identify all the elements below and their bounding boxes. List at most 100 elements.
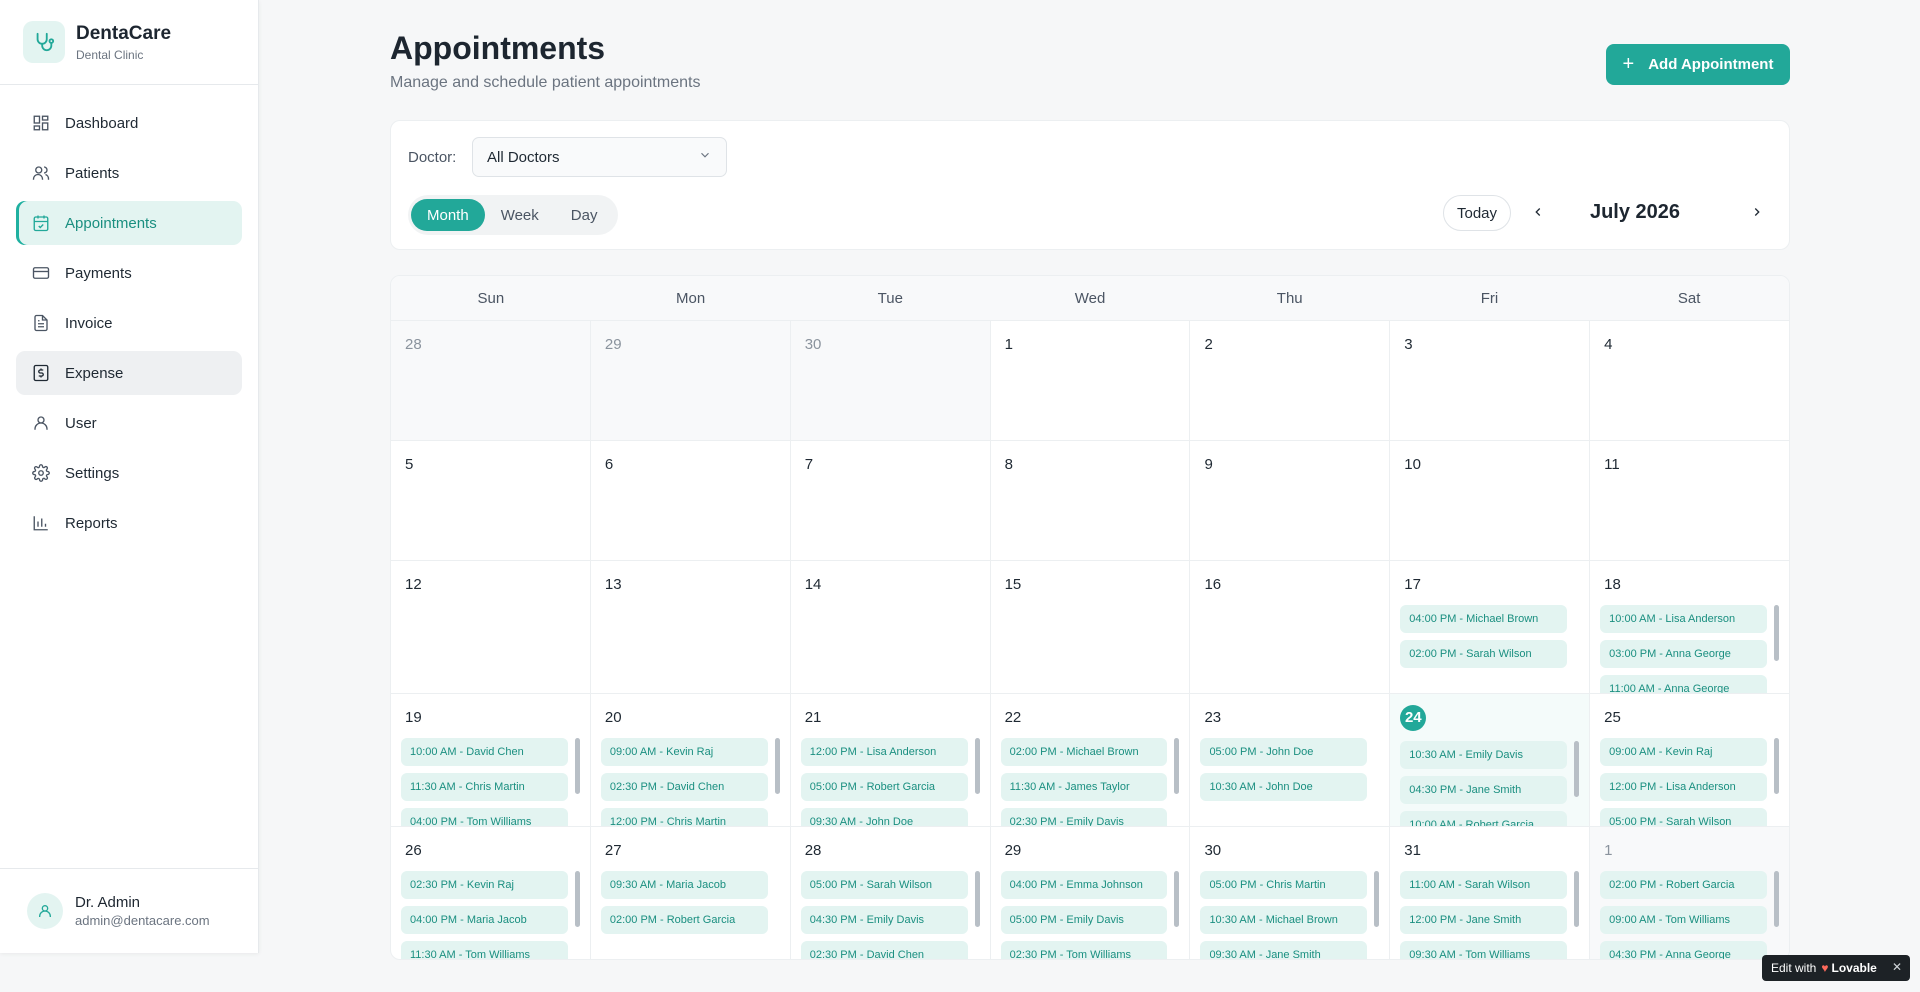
appointment-chip[interactable]: 04:00 PM - Tom Williams: [401, 808, 568, 826]
day-cell[interactable]: 28: [391, 321, 591, 440]
today-button[interactable]: Today: [1443, 195, 1511, 231]
appointment-chip[interactable]: 05:00 PM - Robert Garcia: [800, 773, 968, 801]
appointment-chip[interactable]: 09:30 AM - John Doe: [800, 808, 968, 826]
sidebar-item-reports[interactable]: Reports: [16, 501, 242, 545]
day-cell[interactable]: 22 02:00 PM - Michael Brown 11:30 AM - Jam…: [991, 694, 1191, 826]
appointment-chip[interactable]: 05:00 PM - Emily Davis: [1000, 906, 1168, 934]
day-cell[interactable]: 17 04:00 PM - Michael Brown 02:00 PM - Sar…: [1390, 561, 1591, 693]
event-list-scrollbar[interactable]: [974, 871, 980, 927]
appointment-chip[interactable]: 09:00 AM - Kevin Raj: [600, 738, 768, 766]
appointment-chip[interactable]: 05:00 PM - Sarah Wilson: [800, 871, 968, 899]
day-cell[interactable]: 3: [1390, 321, 1591, 440]
appointment-chip[interactable]: 10:00 AM - Robert Garcia: [1400, 811, 1568, 826]
appointment-chip[interactable]: 10:00 AM - Lisa Anderson: [1600, 605, 1768, 633]
day-cell[interactable]: 15: [991, 561, 1191, 693]
appointment-chip[interactable]: 02:00 PM - Michael Brown: [1000, 738, 1168, 766]
day-cell[interactable]: 23 05:00 PM - John Doe 10:30 AM - John Doe: [1190, 694, 1391, 826]
day-cell[interactable]: 14: [791, 561, 991, 693]
event-list-scrollbar[interactable]: [574, 871, 580, 927]
day-cell[interactable]: 11: [1590, 441, 1789, 560]
day-cell[interactable]: 29 04:00 PM - Emma Johnson 05:00 PM - Emil…: [991, 827, 1191, 959]
sidebar-item-appointments[interactable]: Appointments: [16, 201, 242, 245]
next-month-button[interactable]: [1741, 197, 1773, 229]
event-list-scrollbar[interactable]: [1374, 871, 1380, 927]
appointment-chip[interactable]: 11:30 AM - James Taylor: [1000, 773, 1168, 801]
day-cell[interactable]: 18 10:00 AM - Lisa Anderson 03:00 PM - Ann…: [1590, 561, 1789, 693]
prev-month-button[interactable]: [1522, 197, 1554, 229]
appointment-chip[interactable]: 10:30 AM - John Doe: [1200, 773, 1368, 801]
appointment-chip[interactable]: 04:00 PM - Michael Brown: [1400, 605, 1568, 633]
appointment-chip[interactable]: 04:30 PM - Jane Smith: [1400, 776, 1568, 804]
appointment-chip[interactable]: 09:30 AM - Tom Williams: [1400, 941, 1568, 959]
appointment-chip[interactable]: 09:30 AM - Jane Smith: [1200, 941, 1368, 959]
event-list-scrollbar[interactable]: [1574, 741, 1580, 797]
day-cell[interactable]: 31 11:00 AM - Sarah Wilson 12:00 PM - Jane…: [1390, 827, 1591, 959]
appointment-chip[interactable]: 12:00 PM - Lisa Anderson: [800, 738, 968, 766]
day-cell[interactable]: 13: [591, 561, 791, 693]
appointment-chip[interactable]: 04:00 PM - Maria Jacob: [401, 906, 568, 934]
event-list-scrollbar[interactable]: [1574, 871, 1580, 927]
day-cell[interactable]: 24 10:30 AM - Emily Davis 04:30 PM - Jane …: [1390, 694, 1591, 826]
day-cell[interactable]: 29: [590, 321, 791, 440]
day-cell[interactable]: 1 02:00 PM - Robert Garcia 09:00 AM - Tom …: [1590, 827, 1789, 959]
sidebar-item-settings[interactable]: Settings: [16, 451, 242, 495]
appointment-chip[interactable]: 02:30 PM - David Chen: [800, 941, 968, 959]
day-cell[interactable]: 5: [391, 441, 591, 560]
appointment-chip[interactable]: 02:30 PM - Kevin Raj: [401, 871, 568, 899]
appointment-chip[interactable]: 04:30 PM - Emily Davis: [800, 906, 968, 934]
appointment-chip[interactable]: 10:00 AM - David Chen: [401, 738, 568, 766]
appointment-chip[interactable]: 11:30 AM - Tom Williams: [401, 941, 568, 959]
event-list-scrollbar[interactable]: [1174, 738, 1180, 794]
appointment-chip[interactable]: 09:00 AM - Kevin Raj: [1600, 738, 1768, 766]
view-month-button[interactable]: Month: [411, 199, 485, 231]
view-day-button[interactable]: Day: [555, 199, 614, 231]
appointment-chip[interactable]: 12:00 PM - Jane Smith: [1400, 906, 1568, 934]
appointment-chip[interactable]: 02:00 PM - Sarah Wilson: [1400, 640, 1568, 668]
doctor-select[interactable]: All Doctors: [472, 137, 727, 177]
day-cell[interactable]: 30: [790, 321, 991, 440]
appointment-chip[interactable]: 02:30 PM - Tom Williams: [1000, 941, 1168, 959]
appointment-chip[interactable]: 05:00 PM - John Doe: [1200, 738, 1368, 766]
appointment-chip[interactable]: 03:00 PM - Anna George: [1600, 640, 1768, 668]
appointment-chip[interactable]: 10:30 AM - Michael Brown: [1200, 906, 1368, 934]
appointment-chip[interactable]: 02:30 PM - David Chen: [600, 773, 768, 801]
sidebar-item-dashboard[interactable]: Dashboard: [16, 101, 242, 145]
appointment-chip[interactable]: 11:00 AM - Sarah Wilson: [1400, 871, 1568, 899]
add-appointment-button[interactable]: + Add Appointment: [1606, 44, 1790, 85]
sidebar-item-payments[interactable]: Payments: [16, 251, 242, 295]
day-cell[interactable]: 9: [1190, 441, 1391, 560]
appointment-chip[interactable]: 12:00 PM - Chris Martin: [600, 808, 768, 826]
day-cell[interactable]: 20 09:00 AM - Kevin Raj 02:30 PM - David C…: [591, 694, 791, 826]
day-cell[interactable]: 10: [1390, 441, 1591, 560]
appointment-chip[interactable]: 10:30 AM - Emily Davis: [1400, 741, 1568, 769]
appointment-chip[interactable]: 11:30 AM - Chris Martin: [401, 773, 568, 801]
event-list-scrollbar[interactable]: [1774, 605, 1780, 661]
day-cell[interactable]: 25 09:00 AM - Kevin Raj 12:00 PM - Lisa An…: [1590, 694, 1789, 826]
event-list-scrollbar[interactable]: [574, 738, 580, 794]
sidebar-item-patients[interactable]: Patients: [16, 151, 242, 195]
appointment-chip[interactable]: 12:00 PM - Lisa Anderson: [1600, 773, 1768, 801]
event-list-scrollbar[interactable]: [1774, 871, 1780, 927]
appointment-chip[interactable]: 09:00 AM - Tom Williams: [1600, 906, 1768, 934]
close-icon[interactable]: ✕: [1892, 960, 1902, 974]
event-list-scrollbar[interactable]: [774, 738, 780, 794]
lovable-badge[interactable]: Edit with ♥ Lovable ✕: [1762, 955, 1910, 981]
appointment-chip[interactable]: 04:30 PM - Anna George: [1600, 941, 1768, 959]
day-cell[interactable]: 28 05:00 PM - Sarah Wilson 04:30 PM - Emil…: [791, 827, 991, 959]
day-cell[interactable]: 6: [591, 441, 791, 560]
appointment-chip[interactable]: 05:00 PM - Chris Martin: [1200, 871, 1368, 899]
sidebar-item-invoice[interactable]: Invoice: [16, 301, 242, 345]
event-list-scrollbar[interactable]: [974, 738, 980, 794]
sidebar-item-user[interactable]: User: [16, 401, 242, 445]
event-list-scrollbar[interactable]: [1774, 738, 1780, 794]
day-cell[interactable]: 30 05:00 PM - Chris Martin 10:30 AM - Mich…: [1190, 827, 1391, 959]
view-week-button[interactable]: Week: [485, 199, 555, 231]
appointment-chip[interactable]: 09:30 AM - Maria Jacob: [600, 871, 768, 899]
day-cell[interactable]: 4: [1590, 321, 1789, 440]
day-cell[interactable]: 26 02:30 PM - Kevin Raj 04:00 PM - Maria J…: [391, 827, 591, 959]
appointment-chip[interactable]: 02:30 PM - Emily Davis: [1000, 808, 1168, 826]
day-cell[interactable]: 2: [1190, 321, 1391, 440]
day-cell[interactable]: 1: [991, 321, 1191, 440]
day-cell[interactable]: 8: [991, 441, 1191, 560]
day-cell[interactable]: 19 10:00 AM - David Chen 11:30 AM - Chris …: [391, 694, 591, 826]
